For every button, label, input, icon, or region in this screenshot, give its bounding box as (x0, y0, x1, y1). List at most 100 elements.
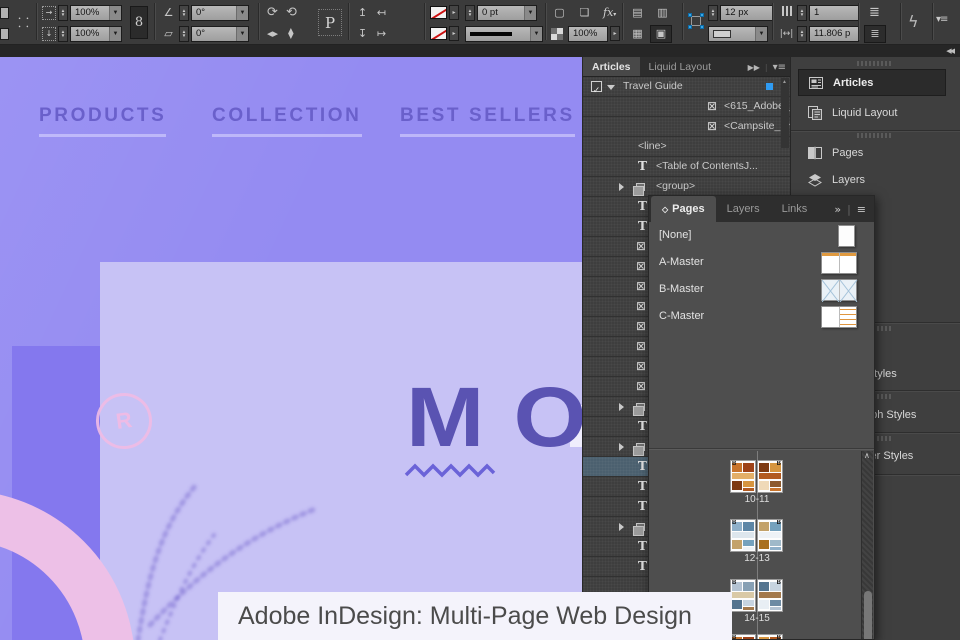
constrain-proportions-icon[interactable]: ⸬ (15, 13, 32, 31)
swatch-partial-icon[interactable] (0, 6, 9, 19)
tab-layers[interactable]: Layers (716, 196, 771, 222)
scrollbar-thumb[interactable] (864, 591, 872, 639)
scale-x-stepper[interactable]: ▲ ▼ (58, 4, 68, 21)
stroke-style-dropdown[interactable]: ▼ (465, 25, 543, 42)
dropdown-arrow-icon[interactable]: ▼ (524, 5, 536, 20)
rotate-cw-icon[interactable]: ⟳ (264, 5, 281, 20)
opacity-field[interactable]: 100% (568, 25, 608, 42)
master-thumbnail[interactable] (821, 252, 857, 274)
pages-scrollbar[interactable]: ∧ (861, 451, 873, 639)
fill-flyout-icon[interactable]: ▸ (449, 26, 459, 41)
article-row[interactable]: <group> (583, 177, 790, 197)
article-row[interactable]: ✓ Travel Guide (583, 77, 790, 97)
tab-links[interactable]: Links (771, 196, 819, 222)
master-thumbnail[interactable] (838, 225, 855, 247)
panel-collapse-icon[interactable]: » (834, 203, 841, 216)
tab-articles[interactable]: Articles (583, 57, 640, 76)
spread-thumbnail[interactable]: BB (730, 519, 784, 552)
gutter-field[interactable]: 11.806 p (809, 25, 859, 42)
master-row-c[interactable]: C-Master (649, 304, 874, 331)
corner-options-icon[interactable]: ▢ (551, 6, 568, 19)
frame-fitting-dropdown[interactable]: ▼ (708, 25, 768, 42)
dropdown-arrow-icon[interactable]: ▼ (109, 5, 121, 20)
collapse-dock-icon[interactable]: ◀◀ (946, 47, 955, 55)
master-row-none[interactable]: [None] (649, 223, 874, 250)
spread-thumbnail[interactable]: BB (730, 460, 784, 493)
shear-stepper[interactable]: ▲ ▼ (179, 25, 189, 42)
columns-stepper[interactable]: ▲ ▼ (797, 4, 807, 21)
article-row[interactable]: T <Table of ContentsJ... (583, 157, 790, 177)
dropdown-arrow-icon[interactable]: ▼ (530, 26, 542, 41)
select-content-icon[interactable]: ↧ (354, 27, 371, 40)
article-row[interactable]: ⊠ <Campsite_Shot06_0... (583, 117, 834, 137)
opacity-flyout-icon[interactable]: ▸ (610, 26, 620, 41)
stroke-weight-stepper[interactable]: ▲ ▼ (465, 4, 475, 21)
link-scale-button[interactable]: 8 (130, 6, 148, 39)
panel-menu-icon[interactable]: ≡ (857, 203, 866, 216)
text-wrap-jump-icon[interactable]: ▣ (650, 24, 672, 43)
rotation-stepper[interactable]: ▲ ▼ (179, 4, 189, 21)
master-row-a[interactable]: A-Master (649, 250, 874, 277)
dock-button-layers[interactable]: Layers (798, 166, 946, 193)
scroll-up-icon[interactable]: ∧ (864, 451, 870, 460)
stroke-weight-field[interactable]: 0 pt ▼ (477, 4, 537, 21)
articles-scrollbar[interactable] (781, 78, 789, 148)
select-previous-icon[interactable]: ↤ (373, 6, 390, 19)
flip-vertical-icon[interactable]: ◂▸ (285, 25, 298, 42)
reference-point-proxy[interactable]: P (318, 9, 342, 36)
swatch-partial-icon[interactable] (0, 27, 9, 40)
article-row[interactable]: <line> (583, 137, 790, 157)
tab-pages[interactable]: ◇ Pages (651, 196, 716, 222)
shear-field[interactable]: 0° ▼ (191, 25, 249, 42)
image-frame-icon: ⊠ (636, 379, 647, 393)
fill-none-swatch[interactable] (430, 27, 447, 40)
master-thumbnail[interactable] (821, 279, 858, 302)
dock-button-liquid-layout[interactable]: Liquid Layout (798, 99, 946, 126)
scale-y-field[interactable]: 100% ▼ (70, 25, 122, 42)
align-lines-active-icon[interactable]: ≣ (864, 24, 886, 43)
flip-horizontal-icon[interactable]: ◂▸ (264, 27, 281, 40)
dock-grip[interactable] (857, 133, 893, 138)
dropdown-arrow-icon[interactable]: ▼ (755, 26, 767, 41)
spread-thumbnail[interactable]: BB (730, 579, 784, 612)
article-row[interactable]: ⊠ <615_Adobe_AI_Map... (583, 97, 835, 117)
rotation-field[interactable]: 0° ▼ (191, 4, 249, 21)
gutter-stepper[interactable]: ▲ ▼ (797, 25, 807, 42)
stroke-flyout-icon[interactable]: ▸ (449, 5, 459, 20)
text-wrap-object-icon[interactable]: ▦ (629, 27, 646, 40)
select-container-icon[interactable]: ↥ (354, 6, 371, 19)
panel-menu-icon[interactable]: ▾≡ (773, 62, 786, 73)
stroke-none-swatch[interactable] (430, 6, 447, 19)
panel-menu-icon[interactable]: ▾≡ (936, 14, 948, 25)
expand-triangle-icon (619, 443, 624, 451)
master-prefix-label: B (776, 520, 781, 526)
dropdown-arrow-icon[interactable]: ▼ (236, 5, 248, 20)
dock-button-articles[interactable]: Articles (798, 69, 946, 96)
corner-radius-stepper[interactable]: ▲ ▼ (708, 4, 718, 21)
align-lines-icon[interactable]: ≣ (866, 5, 883, 20)
tab-liquid-layout[interactable]: Liquid Layout (640, 57, 720, 76)
master-thumbnail[interactable] (821, 306, 857, 328)
spread-thumbnail[interactable]: BB (730, 634, 784, 639)
master-row-b[interactable]: B-Master (649, 277, 874, 304)
master-prefix-label: B (732, 520, 737, 526)
dropdown-arrow-icon[interactable]: ▼ (236, 26, 248, 41)
image-frame-icon: ⊠ (636, 359, 647, 373)
drop-shadow-icon[interactable]: ❏ (576, 6, 593, 19)
dropdown-arrow-icon[interactable]: ▼ (109, 26, 121, 41)
columns-field[interactable]: 1 (809, 4, 859, 21)
quick-apply-icon[interactable]: ϟ (908, 12, 919, 31)
panel-collapse-icon[interactable]: ▶▶ (748, 63, 760, 72)
text-wrap-off-icon[interactable]: ▤ (629, 6, 646, 19)
scale-x-field[interactable]: 100% ▼ (70, 4, 122, 21)
rotate-ccw-icon[interactable]: ⟲ (283, 5, 300, 20)
scale-y-stepper[interactable]: ▲ ▼ (58, 25, 68, 42)
dock-grip[interactable] (857, 61, 893, 66)
select-next-icon[interactable]: ↦ (373, 27, 390, 40)
group-icon (633, 443, 645, 456)
document-canvas[interactable]: PRODUCTS COLLECTION BEST SELLERS MO R (0, 57, 582, 640)
effects-icon[interactable]: fx▾ (603, 6, 616, 19)
text-wrap-box-icon[interactable]: ▥ (654, 6, 671, 19)
corner-radius-field[interactable]: 12 px (720, 4, 774, 21)
dock-button-pages[interactable]: Pages (798, 139, 946, 166)
